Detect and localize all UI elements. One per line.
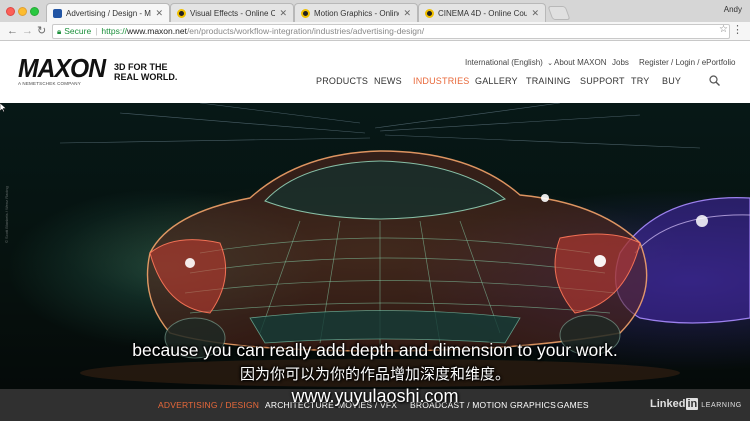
close-tab-icon[interactable]: ✕ xyxy=(279,8,287,19)
new-tab-button[interactable] xyxy=(547,6,571,20)
back-arrow-icon[interactable]: ← xyxy=(7,24,18,38)
logo-wordmark: MAXON xyxy=(18,53,106,83)
address-separator: | xyxy=(95,26,98,36)
close-tab-icon[interactable]: ✕ xyxy=(403,8,411,19)
reload-icon[interactable]: ↻ xyxy=(37,24,46,38)
close-tab-icon[interactable]: ✕ xyxy=(155,8,163,19)
url-scheme: https:// xyxy=(101,26,127,36)
tagline: 3D FOR THE REAL WORLD. xyxy=(114,62,177,82)
browser-toolbar: ← → ↻ 🔒︎ Secure | https:// www.maxon.net… xyxy=(0,22,750,41)
lynda-favicon-icon xyxy=(425,8,434,18)
maxon-favicon-icon xyxy=(53,8,62,18)
browser-tab-3[interactable]: Motion Graphics - Online Cou ✕ xyxy=(294,3,418,22)
mouse-cursor-icon xyxy=(0,103,6,112)
nav-try[interactable]: TRY xyxy=(631,76,649,86)
nav-industries[interactable]: INDUSTRIES xyxy=(413,76,470,86)
tab-title: CINEMA 4D - Online Courses, xyxy=(438,8,527,18)
nav-training[interactable]: TRAINING xyxy=(526,76,571,86)
nav-products[interactable]: PRODUCTS xyxy=(316,76,368,86)
lock-icon: 🔒︎ xyxy=(57,27,62,36)
profile-name[interactable]: Andy xyxy=(724,5,742,14)
subtitle-english: because you can really add depth and dim… xyxy=(132,340,618,360)
search-icon[interactable] xyxy=(709,75,720,86)
nav-news[interactable]: NEWS xyxy=(374,76,402,86)
close-window-button[interactable] xyxy=(6,7,15,16)
close-tab-icon[interactable]: ✕ xyxy=(531,8,539,19)
secure-label: Secure xyxy=(64,26,92,36)
nav-gallery[interactable]: GALLERY xyxy=(475,76,518,86)
nav-buy[interactable]: BUY xyxy=(662,76,681,86)
register-login-link[interactable]: Register / Login / ePortfolio xyxy=(639,58,736,67)
tab-title: Motion Graphics - Online Cou xyxy=(314,8,399,18)
maxon-logo[interactable]: MAXON A NEMETSCHEK COMPANY xyxy=(18,53,110,86)
browser-tab-1[interactable]: Advertising / Design - MAXON ✕ xyxy=(46,3,170,22)
url-host: www.maxon.net xyxy=(126,26,187,36)
bookmark-star-icon[interactable]: ☆ xyxy=(719,24,728,35)
nav-support[interactable]: SUPPORT xyxy=(580,76,625,86)
tab-title: Visual Effects - Online Courses xyxy=(190,8,275,18)
watermark-text: www.yuyulaoshi.com xyxy=(291,386,459,406)
browser-menu-icon[interactable]: ⋮ xyxy=(732,23,743,36)
browser-tab-bar: Advertising / Design - MAXON ✕ Visual Ef… xyxy=(0,0,750,22)
tab-title: Advertising / Design - MAXON xyxy=(66,8,151,18)
jobs-link[interactable]: Jobs xyxy=(612,58,629,67)
tagline-line-1: 3D FOR THE xyxy=(114,62,168,72)
site-header: MAXON A NEMETSCHEK COMPANY 3D FOR THE RE… xyxy=(0,41,750,103)
tagline-line-2: REAL WORLD. xyxy=(114,72,178,82)
url-path: /en/products/workflow-integration/indust… xyxy=(186,26,425,36)
language-label: International (English) xyxy=(465,58,543,67)
minimize-window-button[interactable] xyxy=(18,7,27,16)
browser-tab-2[interactable]: Visual Effects - Online Courses ✕ xyxy=(170,3,294,22)
fullscreen-window-button[interactable] xyxy=(30,7,39,16)
chevron-down-icon: ⌄ xyxy=(547,60,553,67)
about-link[interactable]: About MAXON xyxy=(554,58,606,67)
subtitle-chinese: 因为你可以为你的作品增加深度和维度。 xyxy=(239,366,510,383)
lynda-favicon-icon xyxy=(177,8,186,18)
forward-arrow-icon[interactable]: → xyxy=(22,24,33,38)
browser-tab-4[interactable]: CINEMA 4D - Online Courses, ✕ xyxy=(418,3,546,22)
image-credit: © Scott Blankets / Wenz Racing xyxy=(4,186,9,243)
lynda-favicon-icon xyxy=(301,8,310,18)
address-bar[interactable]: 🔒︎ Secure | https:// www.maxon.net /en/p… xyxy=(52,24,730,39)
language-selector[interactable]: International (English) ⌄ xyxy=(465,58,553,67)
